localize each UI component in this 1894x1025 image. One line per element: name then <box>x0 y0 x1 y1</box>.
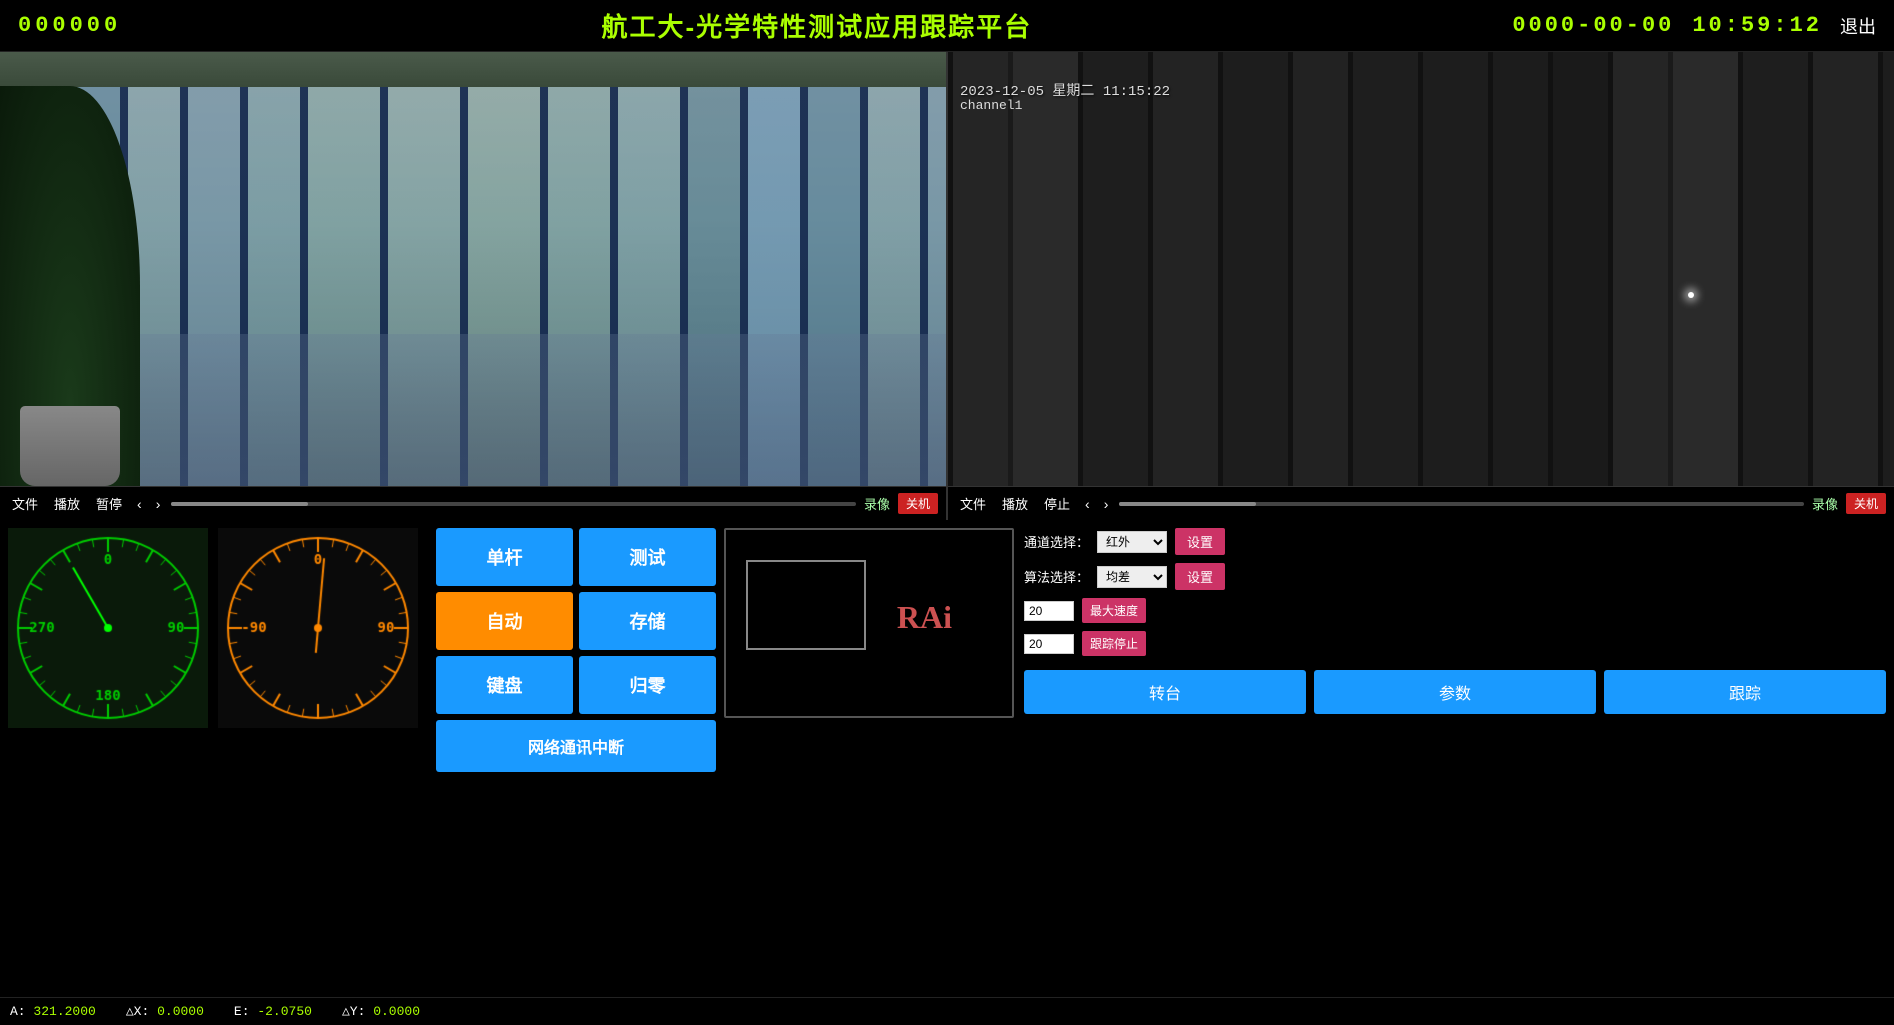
speed-row-2: 跟踪停止 <box>1024 631 1886 656</box>
status-ay: △Y: 0.0000 <box>342 1004 420 1019</box>
green-compass-gauge <box>8 528 208 728</box>
thermal-hot-spot <box>1688 292 1694 298</box>
plant-decoration <box>0 86 140 486</box>
header: 000000 航工大-光学特性测试应用跟踪平台 0000-00-00 10:59… <box>0 0 1894 52</box>
keyboard-button[interactable]: 键盘 <box>436 656 573 714</box>
status-ax-value: 0.0000 <box>157 1004 204 1019</box>
right-video-panel: 2023-12-05 星期二 11:15:22 channel1 文件 播放 停… <box>948 52 1894 520</box>
right-prev-arrow[interactable]: ‹ <box>1082 496 1093 512</box>
center-controls: 单杆 测试 自动 存储 键盘 归零 网络通讯中断 <box>436 528 716 989</box>
speed-row-1: 最大速度 <box>1024 598 1886 623</box>
status-a-label: A: <box>10 1004 26 1019</box>
main-content: 文件 播放 暂停 ‹ › 录像 关机 2023-12-05 星期二 11:15:… <box>0 52 1894 1025</box>
storage-button[interactable]: 存储 <box>579 592 716 650</box>
zero-button[interactable]: 归零 <box>579 656 716 714</box>
status-ax-label: △X: <box>126 1004 149 1019</box>
btn-row-1: 单杆 测试 <box>436 528 716 586</box>
orange-clock-gauge <box>218 528 418 728</box>
orange-gauge-container <box>218 528 418 728</box>
left-shutdown-button[interactable]: 关机 <box>898 493 938 514</box>
status-a: A: 321.2000 <box>10 1004 96 1019</box>
tracking-selection-box <box>746 560 866 650</box>
right-record-label[interactable]: 录像 <box>1812 494 1838 513</box>
max-speed-button[interactable]: 最大速度 <box>1082 598 1146 623</box>
right-progress-bar[interactable] <box>1119 502 1804 506</box>
algorithm-row: 算法选择： 均差 相关 卡尔曼 设置 <box>1024 563 1886 590</box>
stop-track-button[interactable]: 跟踪停止 <box>1082 631 1146 656</box>
logout-button[interactable]: 退出 <box>1840 13 1876 39</box>
btn-row-2: 自动 存储 <box>436 592 716 650</box>
tracking-controls: 通道选择： 红外 可见光 设置 算法选择： 均差 相关 卡尔曼 设置 <box>1024 528 1886 989</box>
plant-pot <box>20 406 120 486</box>
system-id: 000000 <box>18 13 121 38</box>
bottom-section: 单杆 测试 自动 存储 键盘 归零 网络通讯中断 RAi <box>0 520 1894 997</box>
params-button[interactable]: 参数 <box>1314 670 1596 714</box>
left-control-bar: 文件 播放 暂停 ‹ › 录像 关机 <box>0 486 946 520</box>
header-time-right: 10:59:12 <box>1692 13 1822 38</box>
status-a-value: 321.2000 <box>33 1004 95 1019</box>
single-pole-button[interactable]: 单杆 <box>436 528 573 586</box>
rai-overlay-text: RAi <box>897 599 952 636</box>
right-video-frame: 2023-12-05 星期二 11:15:22 channel1 <box>948 52 1894 486</box>
left-next-arrow[interactable]: › <box>153 496 164 512</box>
status-ay-label: △Y: <box>342 1004 365 1019</box>
channel-label: 通道选择： <box>1024 532 1089 551</box>
thermal-timestamp: 2023-12-05 星期二 11:15:22 <box>960 80 1170 100</box>
left-video-panel: 文件 播放 暂停 ‹ › 录像 关机 <box>0 52 948 520</box>
app-title: 航工大-光学特性测试应用跟踪平台 <box>601 7 1032 44</box>
left-record-label[interactable]: 录像 <box>864 494 890 513</box>
channel-select[interactable]: 红外 可见光 <box>1097 531 1167 553</box>
header-time-left: 0000-00-00 <box>1512 13 1674 38</box>
header-right: 0000-00-00 10:59:12 退出 <box>1512 13 1876 39</box>
status-e: E: -2.0750 <box>234 1004 312 1019</box>
right-shutdown-button[interactable]: 关机 <box>1846 493 1886 514</box>
algorithm-label: 算法选择： <box>1024 567 1089 586</box>
ceiling-beam <box>0 52 946 87</box>
right-camera-feed: 2023-12-05 星期二 11:15:22 channel1 <box>948 52 1894 486</box>
status-e-label: E: <box>234 1004 250 1019</box>
status-bar: A: 321.2000 △X: 0.0000 E: -2.0750 △Y: 0.… <box>0 997 1894 1025</box>
right-control-bar: 文件 播放 停止 ‹ › 录像 关机 <box>948 486 1894 520</box>
right-next-arrow[interactable]: › <box>1101 496 1112 512</box>
right-stop-button[interactable]: 停止 <box>1040 492 1074 515</box>
speed-input-2[interactable] <box>1024 634 1074 654</box>
left-play-button[interactable]: 播放 <box>50 492 84 515</box>
btn-row-3: 键盘 归零 <box>436 656 716 714</box>
tracking-view: RAi <box>724 528 1014 718</box>
left-pause-button[interactable]: 暂停 <box>92 492 126 515</box>
left-prev-arrow[interactable]: ‹ <box>134 496 145 512</box>
test-button[interactable]: 测试 <box>579 528 716 586</box>
gauges-area <box>8 528 418 989</box>
right-play-button[interactable]: 播放 <box>998 492 1032 515</box>
btn-row-4: 网络通讯中断 <box>436 720 716 772</box>
channel-row: 通道选择： 红外 可见光 设置 <box>1024 528 1886 555</box>
speed-input-1[interactable] <box>1024 601 1074 621</box>
auto-button[interactable]: 自动 <box>436 592 573 650</box>
left-camera-feed <box>0 52 946 486</box>
channel-set-button[interactable]: 设置 <box>1175 528 1225 555</box>
right-file-button[interactable]: 文件 <box>956 492 990 515</box>
turntable-button[interactable]: 转台 <box>1024 670 1306 714</box>
tracking-panel: RAi 通道选择： 红外 可见光 设置 算法选择： 均差 相关 <box>724 528 1886 989</box>
algorithm-set-button[interactable]: 设置 <box>1175 563 1225 590</box>
bottom-actions: 转台 参数 跟踪 <box>1024 670 1886 714</box>
left-progress-bar[interactable] <box>171 502 856 506</box>
green-gauge-container <box>8 528 208 728</box>
video-area: 文件 播放 暂停 ‹ › 录像 关机 2023-12-05 星期二 11:15:… <box>0 52 1894 520</box>
thermal-channel: channel1 <box>960 98 1022 113</box>
left-file-button[interactable]: 文件 <box>8 492 42 515</box>
status-e-value: -2.0750 <box>257 1004 312 1019</box>
left-progress-fill <box>171 502 308 506</box>
network-button[interactable]: 网络通讯中断 <box>436 720 716 772</box>
algorithm-select[interactable]: 均差 相关 卡尔曼 <box>1097 566 1167 588</box>
left-video-frame <box>0 52 946 486</box>
right-progress-fill <box>1119 502 1256 506</box>
status-ay-value: 0.0000 <box>373 1004 420 1019</box>
track-button[interactable]: 跟踪 <box>1604 670 1886 714</box>
status-ax: △X: 0.0000 <box>126 1004 204 1019</box>
